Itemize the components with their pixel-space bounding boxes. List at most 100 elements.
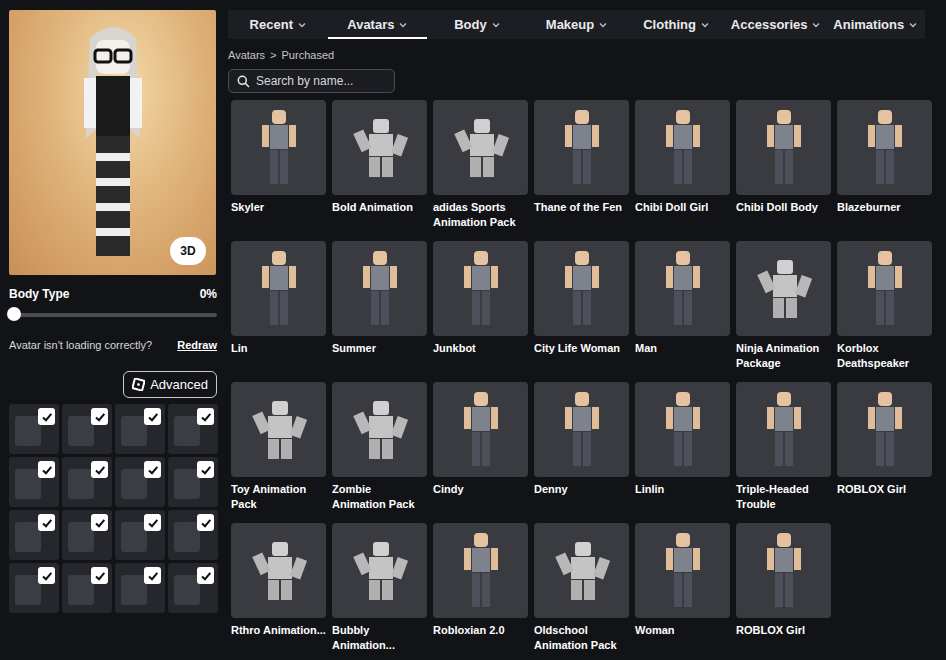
category-tab[interactable]: Recent bbox=[228, 10, 328, 39]
category-tab[interactable]: Avatars bbox=[328, 10, 428, 39]
catalog-panel: RecentAvatarsBodyMakeupClothingAccessori… bbox=[228, 0, 925, 660]
category-tab[interactable]: Accessories bbox=[726, 10, 826, 39]
avatar-card[interactable]: Man bbox=[635, 241, 730, 382]
category-tabs: RecentAvatarsBodyMakeupClothingAccessori… bbox=[228, 10, 925, 39]
worn-item-checkbox[interactable] bbox=[38, 408, 55, 425]
worn-item-checkbox[interactable] bbox=[197, 567, 214, 584]
avatar-preview[interactable]: 3D bbox=[9, 10, 216, 275]
worn-item[interactable] bbox=[168, 510, 218, 560]
worn-item[interactable] bbox=[168, 563, 218, 613]
avatar-thumbnail bbox=[332, 523, 427, 618]
check-icon bbox=[147, 517, 159, 529]
worn-items-grid bbox=[9, 404, 217, 613]
worn-item-checkbox[interactable] bbox=[144, 461, 161, 478]
avatar-thumbnail bbox=[433, 100, 528, 195]
worn-item[interactable] bbox=[62, 510, 112, 560]
avatar-card[interactable]: Triple-Headed Trouble bbox=[736, 382, 831, 523]
worn-item-checkbox[interactable] bbox=[197, 514, 214, 531]
avatar-name: Woman bbox=[635, 618, 730, 638]
worn-item-checkbox[interactable] bbox=[91, 461, 108, 478]
worn-item-checkbox[interactable] bbox=[144, 514, 161, 531]
worn-item[interactable] bbox=[9, 457, 59, 507]
worn-item-checkbox[interactable] bbox=[91, 567, 108, 584]
avatar-name: Thane of the Fen bbox=[534, 195, 629, 215]
avatar-card[interactable]: Linlin bbox=[635, 382, 730, 523]
check-icon bbox=[41, 517, 53, 529]
worn-item[interactable] bbox=[9, 563, 59, 613]
character-figure-icon bbox=[259, 108, 299, 188]
avatar-card[interactable]: Chibi Doll Girl bbox=[635, 100, 730, 241]
worn-item-checkbox[interactable] bbox=[91, 514, 108, 531]
worn-item-checkbox[interactable] bbox=[38, 567, 55, 584]
worn-item[interactable] bbox=[168, 457, 218, 507]
worn-item-checkbox[interactable] bbox=[91, 408, 108, 425]
check-icon bbox=[94, 464, 106, 476]
worn-item-checkbox[interactable] bbox=[144, 408, 161, 425]
avatar-card[interactable]: ROBLOX Girl bbox=[837, 382, 932, 523]
body-type-slider[interactable] bbox=[9, 307, 217, 323]
animation-figure-icon bbox=[547, 536, 617, 606]
avatar-card[interactable]: Thane of the Fen bbox=[534, 100, 629, 241]
avatar-card[interactable]: Bold Animation bbox=[332, 100, 427, 241]
body-type-row: Body Type0% bbox=[9, 287, 217, 301]
avatar-card[interactable]: City Life Woman bbox=[534, 241, 629, 382]
avatar-card[interactable]: Skyler bbox=[231, 100, 326, 241]
avatar-card[interactable]: Cindy bbox=[433, 382, 528, 523]
category-tab[interactable]: Clothing bbox=[626, 10, 726, 39]
worn-item[interactable] bbox=[115, 563, 165, 613]
3d-button[interactable]: 3D bbox=[170, 237, 206, 265]
avatar-card[interactable]: Korblox Deathspeaker bbox=[837, 241, 932, 382]
avatar-card[interactable]: Oldschool Animation Pack bbox=[534, 523, 629, 660]
worn-item-checkbox[interactable] bbox=[197, 461, 214, 478]
breadcrumb-item[interactable]: Avatars bbox=[228, 49, 265, 61]
avatar-card[interactable]: ROBLOX Girl bbox=[736, 523, 831, 660]
character-figure-icon bbox=[865, 108, 905, 188]
avatar-card[interactable]: Ninja Animation Package bbox=[736, 241, 831, 382]
search-icon bbox=[237, 75, 250, 88]
worn-item-checkbox[interactable] bbox=[38, 461, 55, 478]
avatar-thumbnail bbox=[231, 382, 326, 477]
worn-item[interactable] bbox=[62, 563, 112, 613]
avatar-thumbnail bbox=[433, 523, 528, 618]
avatar-card[interactable]: Woman bbox=[635, 523, 730, 660]
avatar-card[interactable]: Bubbly Animation... bbox=[332, 523, 427, 660]
avatar-thumbnail bbox=[736, 523, 831, 618]
worn-item[interactable] bbox=[62, 457, 112, 507]
avatar-card[interactable]: Zombie Animation Pack bbox=[332, 382, 427, 523]
worn-item-checkbox[interactable] bbox=[197, 408, 214, 425]
category-tab[interactable]: Makeup bbox=[527, 10, 627, 39]
avatar-card[interactable]: Summer bbox=[332, 241, 427, 382]
worn-item[interactable] bbox=[168, 404, 218, 454]
avatar-card[interactable]: Denny bbox=[534, 382, 629, 523]
avatar-card[interactable]: Blazeburner bbox=[837, 100, 932, 241]
avatar-card[interactable]: Toy Animation Pack bbox=[231, 382, 326, 523]
worn-item[interactable] bbox=[115, 404, 165, 454]
avatar-card[interactable]: adidas Sports Animation Pack bbox=[433, 100, 528, 241]
check-icon bbox=[200, 570, 212, 582]
category-tab[interactable]: Body bbox=[427, 10, 527, 39]
slider-thumb[interactable] bbox=[7, 307, 21, 321]
avatar-card[interactable]: Junkbot bbox=[433, 241, 528, 382]
character-figure-icon bbox=[562, 390, 602, 470]
character-figure-icon bbox=[562, 108, 602, 188]
avatar-card[interactable]: Rthro Animation... bbox=[231, 523, 326, 660]
worn-item-checkbox[interactable] bbox=[144, 567, 161, 584]
breadcrumb-item: > bbox=[270, 49, 276, 61]
avatar-thumbnail bbox=[534, 523, 629, 618]
avatar-card[interactable]: Chibi Doll Body bbox=[736, 100, 831, 241]
search-input[interactable] bbox=[256, 74, 386, 88]
avatar-figure-icon bbox=[68, 18, 158, 268]
avatar-card[interactable]: Robloxian 2.0 bbox=[433, 523, 528, 660]
worn-item[interactable] bbox=[115, 510, 165, 560]
worn-item[interactable] bbox=[62, 404, 112, 454]
category-tab[interactable]: Animations bbox=[825, 10, 925, 39]
worn-item[interactable] bbox=[115, 457, 165, 507]
animation-figure-icon bbox=[244, 395, 314, 465]
avatar-thumbnail bbox=[534, 241, 629, 336]
avatar-card[interactable]: Lin bbox=[231, 241, 326, 382]
worn-item-checkbox[interactable] bbox=[38, 514, 55, 531]
advanced-button[interactable]: Advanced bbox=[123, 371, 217, 398]
worn-item[interactable] bbox=[9, 404, 59, 454]
worn-item[interactable] bbox=[9, 510, 59, 560]
redraw-link[interactable]: Redraw bbox=[177, 339, 217, 351]
